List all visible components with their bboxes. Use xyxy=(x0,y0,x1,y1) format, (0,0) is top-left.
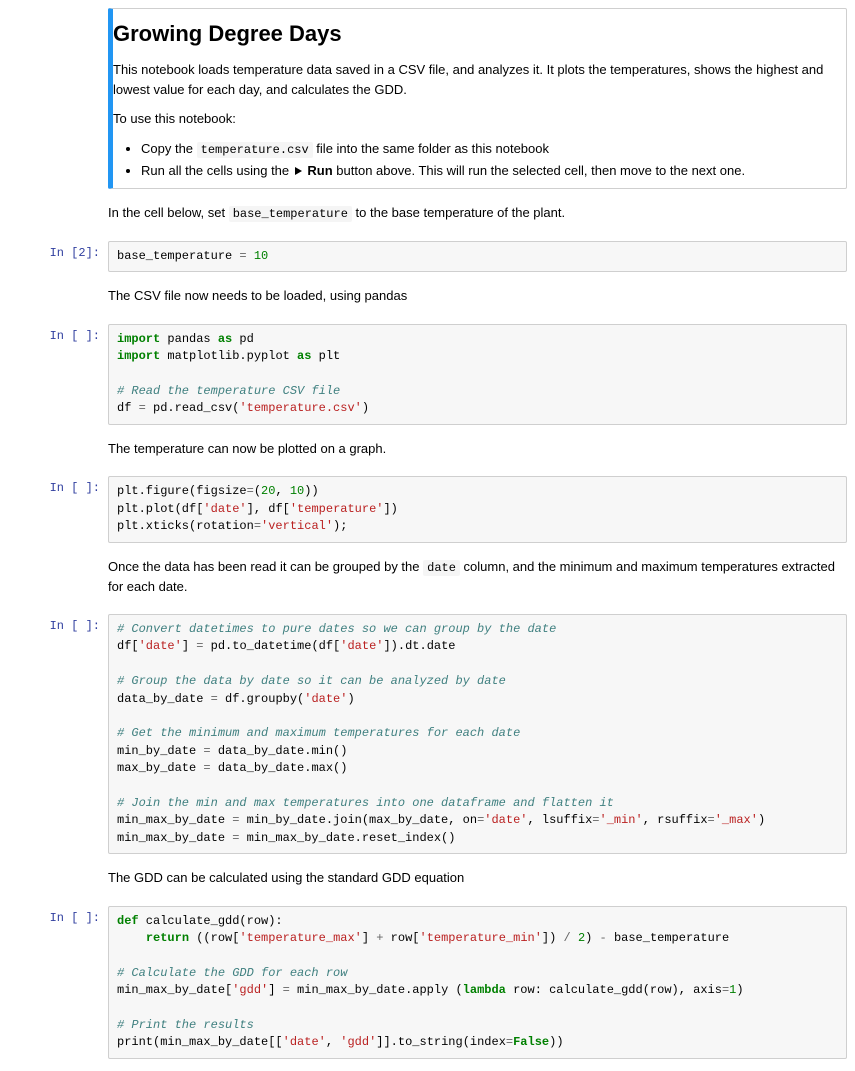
intro-cell: . Growing Degree Days This notebook load… xyxy=(8,8,847,189)
prompt: In [2]: xyxy=(8,241,108,272)
code-block[interactable]: def calculate_gdd(row): return ((row['te… xyxy=(117,913,838,1052)
markdown-cell-1: . In the cell below, set base_temperatur… xyxy=(8,195,847,235)
prompt: In [ ]: xyxy=(8,614,108,854)
prompt: In [ ]: xyxy=(8,476,108,542)
code-block[interactable]: base_temperature = 10 xyxy=(117,248,838,265)
markdown-cell-2: . The CSV file now needs to be loaded, u… xyxy=(8,278,847,318)
code-block[interactable]: plt.figure(figsize=(20, 10)) plt.plot(df… xyxy=(117,483,838,535)
markdown-cell-5: . The GDD can be calculated using the st… xyxy=(8,860,847,900)
inline-code: date xyxy=(423,560,460,576)
markdown-cell-4: . Once the data has been read it can be … xyxy=(8,549,847,609)
code-block[interactable]: # Convert datetimes to pure dates so we … xyxy=(117,621,838,847)
intro-list-item-1: Copy the temperature.csv file into the s… xyxy=(141,139,846,159)
intro-list: Copy the temperature.csv file into the s… xyxy=(113,139,846,181)
prompt: In [ ]: xyxy=(8,324,108,425)
intro-box: Growing Degree Days This notebook loads … xyxy=(108,8,847,189)
intro-paragraph-1: This notebook loads temperature data sav… xyxy=(113,60,846,99)
prompt-empty: . xyxy=(8,8,108,189)
intro-list-item-2: Run all the cells using the Run button a… xyxy=(141,161,846,181)
code-cell-3[interactable]: In [ ]: plt.figure(figsize=(20, 10)) plt… xyxy=(8,476,847,542)
code-cell-1[interactable]: In [2]: base_temperature = 10 xyxy=(8,241,847,272)
prompt: In [ ]: xyxy=(8,906,108,1059)
run-icon xyxy=(295,167,302,175)
page-title: Growing Degree Days xyxy=(113,17,846,50)
inline-code: temperature.csv xyxy=(197,142,313,158)
code-cell-2[interactable]: In [ ]: import pandas as pd import matpl… xyxy=(8,324,847,425)
code-block[interactable]: import pandas as pd import matplotlib.py… xyxy=(117,331,838,418)
markdown-cell-3: . The temperature can now be plotted on … xyxy=(8,431,847,471)
intro-paragraph-2: To use this notebook: xyxy=(113,109,846,129)
code-cell-5[interactable]: In [ ]: def calculate_gdd(row): return (… xyxy=(8,906,847,1059)
inline-code: base_temperature xyxy=(229,206,352,222)
code-cell-4[interactable]: In [ ]: # Convert datetimes to pure date… xyxy=(8,614,847,854)
